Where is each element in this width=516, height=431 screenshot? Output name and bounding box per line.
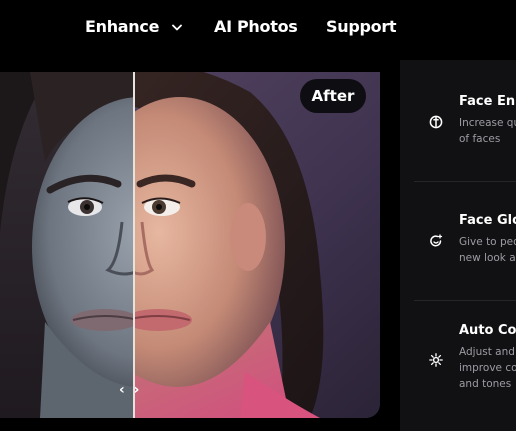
nav-enhance[interactable]: Enhance [85, 17, 183, 36]
compare-divider[interactable] [133, 72, 135, 418]
portrait-image [0, 72, 380, 418]
nav-ai-photos-label: AI Photos [214, 17, 298, 36]
compare-drag-handle[interactable]: ‹ › [119, 382, 141, 398]
after-badge: After [300, 79, 366, 113]
nav-enhance-label: Enhance [85, 17, 160, 36]
feature-face-enhance[interactable]: Face Enh Increase qu of faces [400, 60, 516, 180]
feature-description: Increase qu of faces [459, 117, 516, 145]
feature-title: Auto Co [459, 323, 516, 338]
before-after-compare[interactable]: ‹ › After [0, 72, 380, 418]
feature-title: Face Enh [459, 94, 516, 109]
nav-support[interactable]: Support [326, 17, 397, 36]
feature-description: Adjust and improve co and tones [459, 346, 516, 390]
nav-ai-photos[interactable]: AI Photos [214, 17, 298, 36]
top-nav: Enhance AI Photos Support [0, 0, 516, 60]
features-panel: Face Enh Increase qu of faces Face Glo G… [400, 60, 516, 431]
feature-description: Give to peo new look ar [459, 236, 516, 264]
nav-support-label: Support [326, 17, 397, 36]
face-glow-icon [430, 234, 443, 247]
face-enhance-icon [429, 115, 443, 129]
feature-title: Face Glo [459, 213, 516, 228]
auto-color-icon [429, 353, 443, 367]
feature-face-glow[interactable]: Face Glo Give to peo new look ar [400, 182, 516, 300]
feature-auto-color[interactable]: Auto Co Adjust and improve co and tones [400, 301, 516, 431]
chevron-down-icon [172, 24, 183, 31]
